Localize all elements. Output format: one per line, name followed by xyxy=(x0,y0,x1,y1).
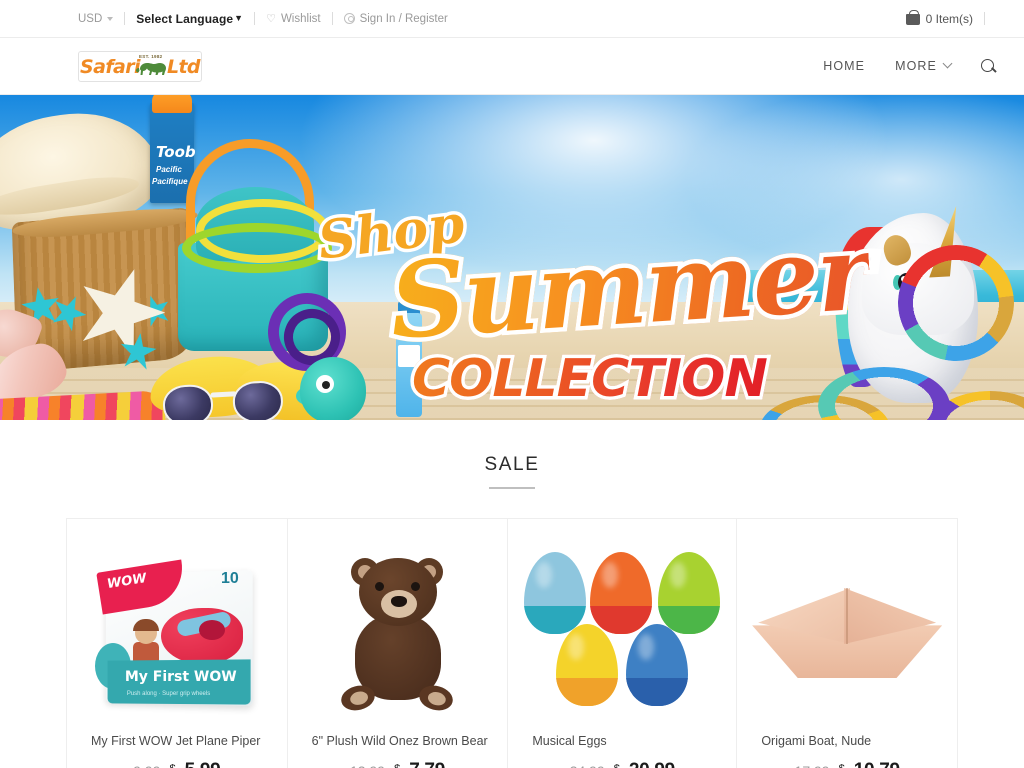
hero-copy: Shop Summer Summer COLLECTION COLLECTION… xyxy=(0,95,1024,420)
musical-egg xyxy=(626,624,689,706)
product-name: My First WOW Jet Plane Piper xyxy=(91,734,261,748)
utility-bar-left: USD Select Language ▼ ♡ Wishlist Sign In… xyxy=(78,12,448,26)
user-icon xyxy=(343,13,355,24)
product-card[interactable]: Origami Boat, Nude 17.99 $ 10.79 xyxy=(737,519,958,768)
product-image xyxy=(302,533,494,731)
product-card[interactable]: 6" Plush Wild Onez Brown Bear 12.99 $ 7.… xyxy=(287,519,509,768)
product-price: 12.99 $ 7.79 xyxy=(302,760,494,768)
caret-down-icon: ▼ xyxy=(234,12,244,23)
sale-section-title: SALE xyxy=(484,454,540,475)
product-name: Musical Eggs xyxy=(532,734,607,748)
wow-toy-box-art: WOW 10 My First WOW Push along · Super g… xyxy=(94,550,257,715)
logo-text-secondary: Ltd xyxy=(166,55,201,78)
wow-age-label: 10 xyxy=(221,569,239,587)
language-selector[interactable]: Select Language ▼ xyxy=(136,12,243,26)
nav-item-home-label: HOME xyxy=(823,59,866,73)
site-header: Safari Ltd EST. 1982 HOME MORE xyxy=(0,38,1024,95)
product-card[interactable]: Musical Eggs 34.99 $ 20.99 xyxy=(508,519,738,768)
product-price: 34.99 $ 20.99 xyxy=(522,760,722,768)
boat-crease xyxy=(846,588,849,644)
section-underline xyxy=(489,487,535,489)
divider xyxy=(984,12,985,25)
logo-established-label: EST. 1982 xyxy=(139,53,163,59)
utility-bar-right: 0 Item(s) xyxy=(905,10,996,26)
product-name: 6" Plush Wild Onez Brown Bear xyxy=(311,734,488,748)
product-price-original: 12.99 xyxy=(350,763,385,768)
egg-bottom xyxy=(556,678,619,706)
logo-wordmark: Safari Ltd xyxy=(80,56,200,77)
caret-down-icon xyxy=(107,16,114,21)
main-navigation: HOME MORE xyxy=(823,58,996,74)
currency-symbol: $ xyxy=(614,763,620,768)
divider xyxy=(254,12,256,25)
wishlist-label: Wishlist xyxy=(280,12,321,25)
musical-egg xyxy=(658,552,721,634)
heart-icon: ♡ xyxy=(266,13,276,25)
currency-label: USD xyxy=(78,12,103,25)
hero-banner[interactable]: Toob Pacific Pacifique Shop Summer Summe… xyxy=(0,95,1024,420)
wow-plane-window xyxy=(198,619,225,640)
divider xyxy=(124,12,126,25)
product-price-sale: 10.79 xyxy=(854,760,900,768)
musical-egg xyxy=(556,624,619,706)
product-image xyxy=(522,533,722,731)
product-price-sale: 5.99 xyxy=(185,760,221,768)
wow-box-title: My First WOW xyxy=(124,668,237,685)
logo-text-primary: Safari xyxy=(80,55,140,78)
hero-headline-line2: Summer xyxy=(386,210,874,363)
product-price-sale: 7.79 xyxy=(409,760,445,768)
egg-bottom xyxy=(626,678,689,706)
hero-headline-line3: COLLECTION xyxy=(412,349,768,409)
signin-register-link[interactable]: Sign In / Register xyxy=(343,12,448,25)
plush-bear-art xyxy=(339,552,456,714)
nav-item-more[interactable]: MORE xyxy=(895,58,953,73)
currency-symbol: $ xyxy=(394,763,400,768)
product-price-original: 34.99 xyxy=(570,763,605,768)
shopping-bag-icon xyxy=(905,10,920,25)
product-price-original: 17.99 xyxy=(795,763,830,768)
product-price-original: 9.99 xyxy=(133,763,160,768)
wishlist-link[interactable]: ♡ Wishlist xyxy=(266,12,321,26)
currency-symbol: $ xyxy=(170,763,176,768)
product-price: 9.99 $ 5.99 xyxy=(81,760,273,768)
divider xyxy=(331,12,333,25)
product-name: Origami Boat, Nude xyxy=(761,734,872,748)
search-icon xyxy=(981,58,996,74)
musical-egg xyxy=(590,552,653,634)
signin-register-label: Sign In / Register xyxy=(359,12,448,25)
musical-egg xyxy=(524,552,587,634)
site-logo[interactable]: Safari Ltd EST. 1982 xyxy=(78,50,202,82)
cart-count-label: 0 Item(s) xyxy=(925,11,973,26)
product-image xyxy=(751,533,943,731)
elephant-icon xyxy=(135,62,166,75)
nav-item-home[interactable]: HOME xyxy=(823,59,865,73)
sale-section-header: SALE xyxy=(0,420,1024,489)
product-grid: WOW 10 My First WOW Push along · Super g… xyxy=(66,518,958,768)
chevron-down-icon xyxy=(942,58,953,68)
search-button[interactable] xyxy=(981,58,996,74)
product-image: WOW 10 My First WOW Push along · Super g… xyxy=(81,533,273,731)
wow-box-subtitle: Push along · Super grip wheels xyxy=(126,690,211,697)
currency-symbol: $ xyxy=(839,763,845,768)
language-label: Select Language xyxy=(136,11,234,26)
product-price: 17.99 $ 10.79 xyxy=(751,760,943,768)
musical-eggs-art xyxy=(522,552,722,712)
bear-paw xyxy=(417,682,456,714)
product-card[interactable]: WOW 10 My First WOW Push along · Super g… xyxy=(67,519,288,768)
nav-item-more-label: MORE xyxy=(895,59,937,73)
utility-bar: USD Select Language ▼ ♡ Wishlist Sign In… xyxy=(0,0,1024,38)
product-price-sale: 20.99 xyxy=(629,760,675,768)
currency-selector[interactable]: USD xyxy=(78,12,114,25)
origami-boat-art xyxy=(752,586,943,678)
cart-link[interactable]: 0 Item(s) xyxy=(905,10,973,26)
